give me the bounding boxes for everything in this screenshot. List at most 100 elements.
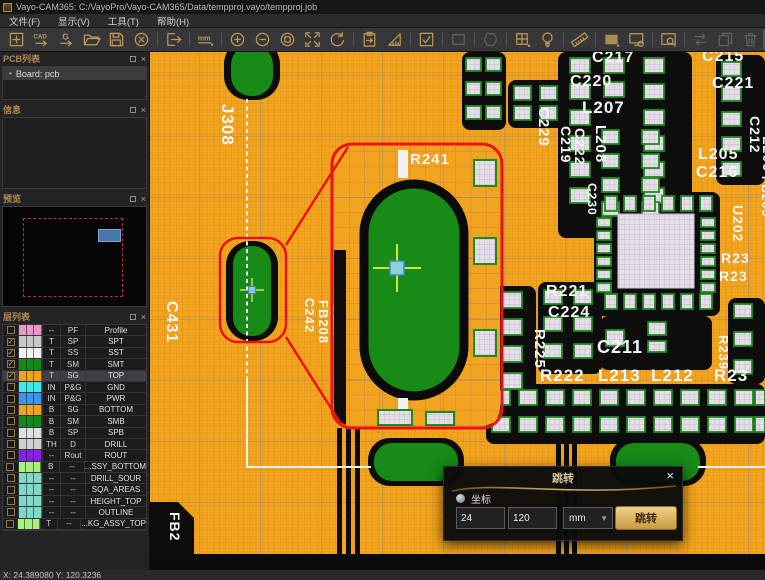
layer-color-swatch[interactable] bbox=[18, 336, 43, 346]
measure-ruler-icon[interactable] bbox=[567, 29, 592, 50]
import-cad-icon[interactable]: CAD bbox=[29, 29, 54, 50]
layer-color-swatch[interactable] bbox=[18, 462, 43, 472]
grid-settings-icon[interactable] bbox=[510, 29, 535, 50]
layer-row-bottom[interactable]: BSGBOTTOM bbox=[3, 405, 146, 416]
float-panel-icon[interactable] bbox=[130, 56, 136, 62]
close-panel-icon[interactable]: × bbox=[141, 107, 146, 113]
open-file-icon[interactable] bbox=[79, 29, 104, 50]
layer-color-swatch[interactable] bbox=[18, 371, 43, 381]
zoom-window-icon[interactable] bbox=[275, 29, 300, 50]
layer-visibility-checkbox[interactable] bbox=[6, 520, 14, 528]
layer-row-top[interactable]: ✓TSGTOP bbox=[3, 371, 146, 382]
layer-row-pwr[interactable]: INP&GPWR bbox=[3, 393, 146, 404]
layer-color-swatch[interactable] bbox=[18, 405, 43, 415]
layer-color-swatch[interactable] bbox=[18, 348, 43, 358]
layer-color-swatch[interactable] bbox=[18, 325, 43, 335]
dialog-close-icon[interactable]: × bbox=[666, 468, 674, 483]
highlight-icon[interactable] bbox=[535, 29, 560, 50]
layer-type: -- bbox=[60, 484, 86, 494]
layer-color-swatch[interactable] bbox=[18, 450, 43, 460]
layer-color-swatch[interactable] bbox=[18, 473, 43, 483]
layer-visibility-checkbox[interactable] bbox=[7, 417, 15, 425]
layer-visibility-checkbox[interactable] bbox=[7, 326, 15, 334]
layer-row--ssy-bottom[interactable]: B--...SSY_BOTTOM bbox=[3, 462, 146, 473]
layer-color-swatch[interactable] bbox=[18, 428, 43, 438]
zoom-fit-icon[interactable] bbox=[300, 29, 325, 50]
save-icon[interactable] bbox=[104, 29, 129, 50]
layer-color-swatch[interactable] bbox=[18, 507, 43, 517]
unit-select[interactable]: mm ▼ bbox=[563, 507, 613, 529]
layer-visibility-checkbox[interactable] bbox=[6, 463, 14, 471]
view-search-icon[interactable] bbox=[656, 29, 681, 50]
layer-row-spt[interactable]: ✓TSPSPT bbox=[3, 336, 146, 347]
layer-color-swatch[interactable] bbox=[18, 439, 43, 449]
layer-color-swatch[interactable] bbox=[18, 393, 43, 403]
menu-item-3[interactable]: 帮助(H) bbox=[148, 14, 198, 28]
layer-visibility-checkbox[interactable] bbox=[7, 474, 15, 482]
zoom-out-icon[interactable] bbox=[250, 29, 275, 50]
layer-visibility-checkbox[interactable] bbox=[7, 451, 15, 459]
menu-item-0[interactable]: 文件(F) bbox=[0, 14, 49, 28]
float-panel-icon[interactable] bbox=[130, 107, 136, 113]
jump-confirm-button[interactable]: 跳转 bbox=[615, 506, 677, 530]
app-logo-icon bbox=[3, 3, 12, 12]
layer-visibility-checkbox[interactable]: ✓ bbox=[7, 372, 15, 380]
layer-row-profile[interactable]: --PFProfile bbox=[3, 325, 146, 336]
layer-row-sqa-areas[interactable]: ----SQA_AREAS bbox=[3, 484, 146, 495]
layer-row-height-top[interactable]: ----HEIGHT_TOP bbox=[3, 496, 146, 507]
layer-row--kg-assy-top[interactable]: T--...KG_ASSY_TOP bbox=[3, 519, 146, 530]
select-filter-icon[interactable] bbox=[414, 29, 439, 50]
import-gerber-icon[interactable]: G bbox=[54, 29, 79, 50]
preview-panel-body[interactable] bbox=[2, 206, 147, 307]
layer-visibility-checkbox[interactable] bbox=[7, 508, 15, 516]
layer-row-drill[interactable]: THDDRILL bbox=[3, 439, 146, 450]
preview-viewport-rect[interactable] bbox=[98, 229, 121, 242]
layer-visibility-checkbox[interactable]: ✓ bbox=[7, 349, 15, 357]
menu-item-1[interactable]: 显示(V) bbox=[49, 14, 99, 28]
float-panel-icon[interactable] bbox=[130, 314, 136, 320]
layer-color-swatch[interactable] bbox=[18, 416, 43, 426]
layer-row-sst[interactable]: ✓TSSSST bbox=[3, 348, 146, 359]
layer-side: IN bbox=[43, 393, 60, 403]
close-job-icon[interactable] bbox=[129, 29, 154, 50]
layer-color-swatch[interactable] bbox=[18, 496, 43, 506]
jump-x-input[interactable] bbox=[456, 507, 505, 529]
layer-row-gnd[interactable]: INP&GGND bbox=[3, 382, 146, 393]
snapshot-screen-icon[interactable] bbox=[624, 29, 649, 50]
layer-row-drill-sour[interactable]: ----DRILL_SOUR bbox=[3, 473, 146, 484]
float-panel-icon[interactable] bbox=[130, 196, 136, 202]
menu-item-2[interactable]: 工具(T) bbox=[99, 14, 148, 28]
layer-row-rout[interactable]: --RoutROUT bbox=[3, 450, 146, 461]
angle-measure-icon[interactable] bbox=[382, 29, 407, 50]
layer-row-smb[interactable]: BSMSMB bbox=[3, 416, 146, 427]
layer-color-swatch[interactable] bbox=[18, 484, 43, 494]
layer-color-swatch[interactable] bbox=[17, 519, 41, 529]
layer-color-swatch[interactable] bbox=[18, 382, 43, 392]
layer-visibility-checkbox[interactable] bbox=[7, 440, 15, 448]
zoom-in-icon[interactable] bbox=[225, 29, 250, 50]
new-job-icon[interactable] bbox=[4, 29, 29, 50]
jump-y-input[interactable] bbox=[508, 507, 557, 529]
close-panel-icon[interactable]: × bbox=[141, 314, 146, 320]
close-panel-icon[interactable]: × bbox=[141, 196, 146, 202]
layer-color-swatch[interactable] bbox=[18, 359, 43, 369]
layer-visibility-checkbox[interactable] bbox=[7, 406, 15, 414]
layer-row-outline[interactable]: ----OUTLINE bbox=[3, 507, 146, 518]
layer-row-spb[interactable]: BSPSPB bbox=[3, 428, 146, 439]
layer-visibility-checkbox[interactable]: ✓ bbox=[7, 338, 15, 346]
layer-visibility-checkbox[interactable] bbox=[7, 486, 15, 494]
layer-visibility-checkbox[interactable]: ✓ bbox=[7, 360, 15, 368]
close-panel-icon[interactable]: × bbox=[141, 56, 146, 62]
layer-row-smt[interactable]: ✓TSMSMT bbox=[3, 359, 146, 370]
units-mm-icon[interactable]: mm bbox=[193, 29, 218, 50]
snapshot-rect-icon[interactable] bbox=[599, 29, 624, 50]
rotate-view-icon[interactable] bbox=[325, 29, 350, 50]
layer-visibility-checkbox[interactable] bbox=[7, 497, 15, 505]
export-icon[interactable] bbox=[161, 29, 186, 50]
layer-visibility-checkbox[interactable] bbox=[7, 395, 15, 403]
layer-visibility-checkbox[interactable] bbox=[7, 383, 15, 391]
coordinate-radio[interactable] bbox=[456, 494, 465, 503]
board-list-item[interactable]: • Board: pcb bbox=[3, 67, 146, 80]
capture-board-icon[interactable] bbox=[357, 29, 382, 50]
layer-visibility-checkbox[interactable] bbox=[7, 429, 15, 437]
